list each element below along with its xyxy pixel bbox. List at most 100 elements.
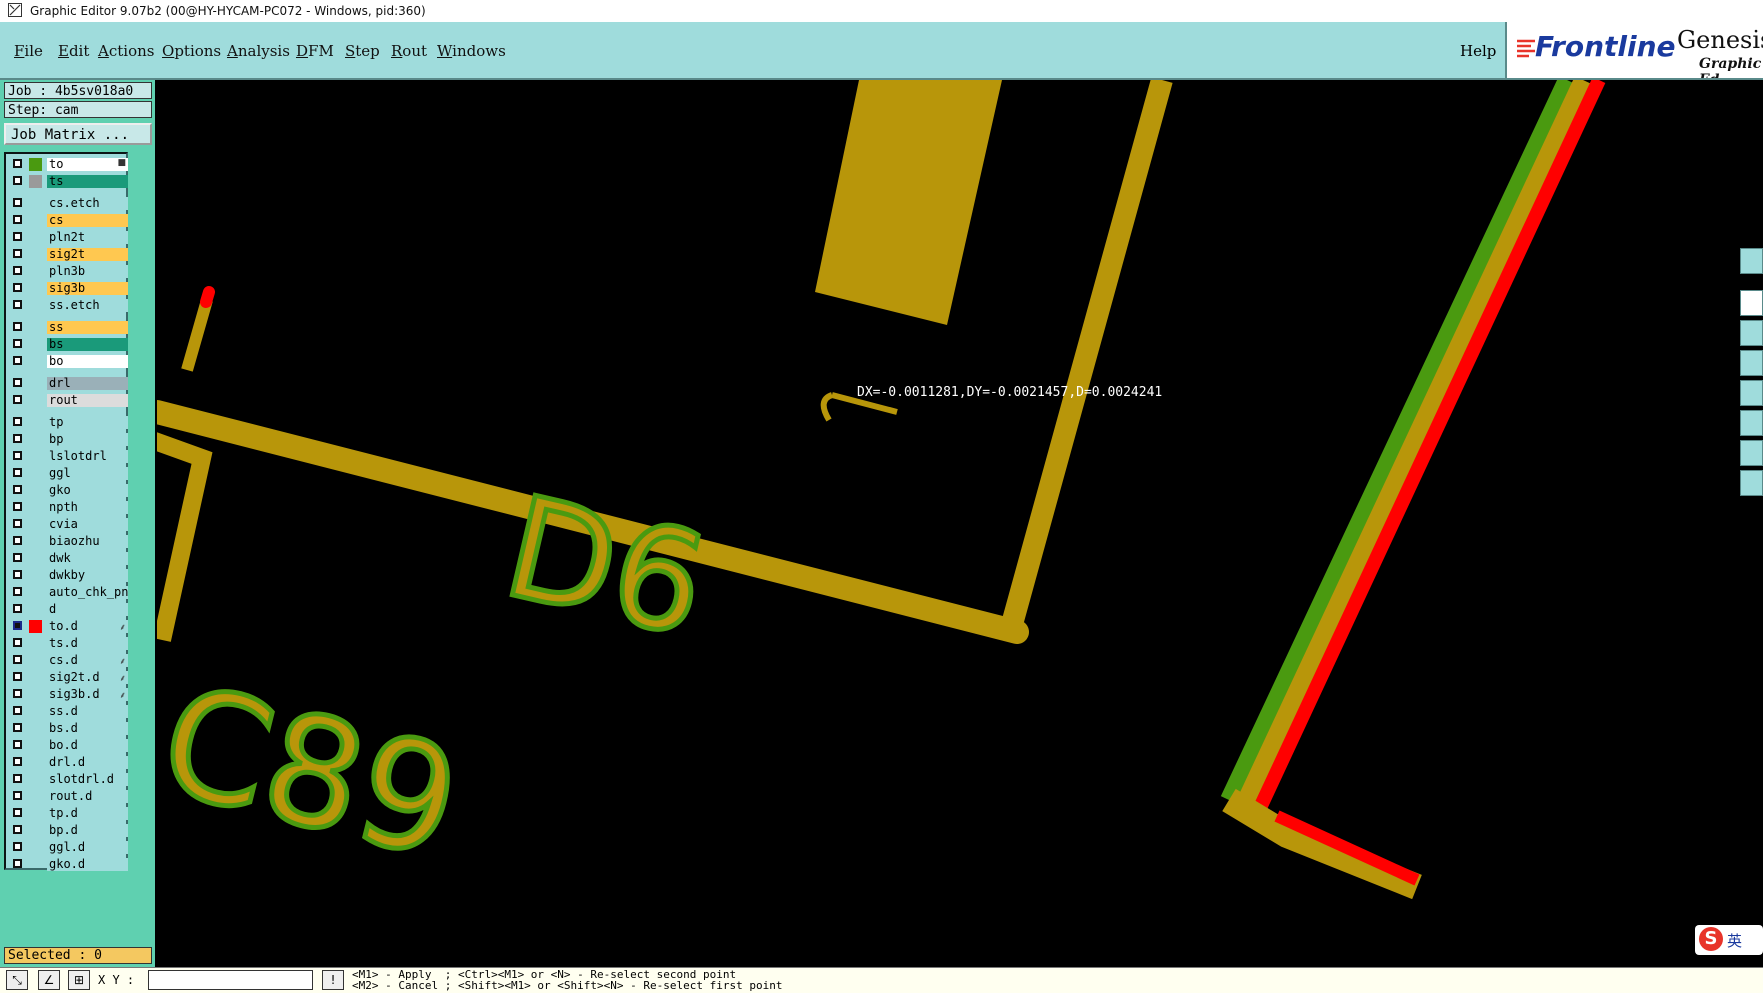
layer-color-swatch[interactable] — [29, 501, 42, 514]
job-matrix-button[interactable]: Job Matrix ... — [4, 123, 152, 145]
layer-name[interactable]: tp.d — [47, 807, 128, 820]
layer-color-swatch[interactable] — [29, 688, 42, 701]
layer-name[interactable]: bp — [47, 433, 128, 446]
layer-row[interactable]: rout.d — [10, 790, 128, 804]
layer-checkbox[interactable] — [13, 378, 22, 387]
layer-row[interactable]: cs — [10, 214, 128, 228]
layer-color-swatch[interactable] — [29, 603, 42, 616]
layer-checkbox[interactable] — [13, 395, 22, 404]
grid-icon[interactable]: ⊞ — [68, 970, 90, 990]
layer-row[interactable]: drl.d — [10, 756, 128, 770]
layer-name[interactable]: cs — [47, 214, 128, 227]
layer-checkbox[interactable] — [13, 570, 22, 579]
layer-checkbox[interactable] — [13, 232, 22, 241]
layer-color-swatch[interactable] — [29, 552, 42, 565]
layer-name[interactable]: sig2t.d — [47, 671, 128, 684]
side-tab-3[interactable] — [1740, 320, 1763, 346]
layer-color-swatch[interactable] — [29, 394, 42, 407]
alert-icon[interactable]: ! — [322, 970, 344, 990]
layer-checkbox[interactable] — [13, 339, 22, 348]
layer-row[interactable]: sig3b — [10, 282, 128, 296]
layer-checkbox[interactable] — [13, 672, 22, 681]
zoom-window-icon[interactable]: ⤡ — [6, 970, 28, 990]
layer-name[interactable]: cvia — [47, 518, 128, 531]
layer-checkbox[interactable] — [13, 198, 22, 207]
layer-name[interactable]: sig3b.d — [47, 688, 128, 701]
layer-row[interactable]: sig2t — [10, 248, 128, 262]
layer-checkbox[interactable] — [13, 689, 22, 698]
layer-name[interactable]: to — [47, 158, 128, 171]
layer-row[interactable]: cs.d ⸙ — [10, 654, 128, 668]
layer-row[interactable]: tp.d — [10, 807, 128, 821]
layer-checkbox[interactable] — [13, 655, 22, 664]
layer-color-swatch[interactable] — [29, 722, 42, 735]
layer-row[interactable]: dwkby — [10, 569, 128, 583]
layer-row[interactable]: to.d ⸙ — [10, 620, 128, 634]
layer-row[interactable]: ggl.d — [10, 841, 128, 855]
layer-checkbox[interactable] — [13, 553, 22, 562]
menu-actions[interactable]: Actions — [98, 42, 154, 60]
menu-windows[interactable]: Windows — [437, 42, 506, 60]
menu-analysis[interactable]: Analysis — [227, 42, 290, 60]
layer-name[interactable]: pln2t — [47, 231, 128, 244]
layer-checkbox[interactable] — [13, 417, 22, 426]
layer-color-swatch[interactable] — [29, 338, 42, 351]
layer-color-swatch[interactable] — [29, 197, 42, 210]
measure-icon[interactable]: ∠ — [38, 970, 60, 990]
layer-color-swatch[interactable] — [29, 586, 42, 599]
layer-name[interactable]: cs.d — [47, 654, 128, 667]
layer-row[interactable]: lslotdrl — [10, 450, 128, 464]
layer-row[interactable]: ggl — [10, 467, 128, 481]
layer-row[interactable]: drl — [10, 377, 128, 391]
layer-row[interactable]: bo — [10, 355, 128, 369]
layer-color-swatch[interactable] — [29, 535, 42, 548]
layer-name[interactable]: lslotdrl — [47, 450, 128, 463]
menu-dfm[interactable]: DFM — [296, 42, 334, 60]
layer-row[interactable]: ts — [10, 175, 128, 189]
layer-row[interactable]: rout — [10, 394, 128, 408]
side-tab-1[interactable] — [1740, 248, 1763, 274]
layer-row[interactable]: ss — [10, 321, 128, 335]
layer-color-swatch[interactable] — [29, 824, 42, 837]
layer-color-swatch[interactable] — [29, 654, 42, 667]
xy-input[interactable] — [148, 970, 313, 990]
layer-row[interactable]: bp.d — [10, 824, 128, 838]
layer-checkbox[interactable] — [13, 322, 22, 331]
layer-row[interactable]: cvia — [10, 518, 128, 532]
layer-row[interactable]: sig2t.d ⸙ — [10, 671, 128, 685]
layer-color-swatch[interactable] — [29, 790, 42, 803]
layer-checkbox[interactable] — [13, 706, 22, 715]
layer-color-swatch[interactable] — [29, 265, 42, 278]
layer-checkbox[interactable] — [13, 774, 22, 783]
layer-row[interactable]: biaozhu — [10, 535, 128, 549]
layer-row[interactable]: ss.d — [10, 705, 128, 719]
layer-name[interactable]: bo.d — [47, 739, 128, 752]
menu-file[interactable]: File — [14, 42, 43, 60]
layer-checkbox[interactable] — [13, 434, 22, 443]
layer-checkbox[interactable] — [13, 215, 22, 224]
layer-checkbox[interactable] — [13, 159, 22, 168]
layer-checkbox[interactable] — [13, 791, 22, 800]
layer-name[interactable]: dwkby — [47, 569, 128, 582]
layer-color-swatch[interactable] — [29, 739, 42, 752]
layer-row[interactable]: sig3b.d ⸙ — [10, 688, 128, 702]
layer-name[interactable]: d — [47, 603, 128, 616]
layer-color-swatch[interactable] — [29, 248, 42, 261]
layer-row[interactable]: auto_chk_pnl — [10, 586, 128, 600]
layer-name[interactable]: sig3b — [47, 282, 128, 295]
layer-checkbox[interactable] — [13, 808, 22, 817]
side-tab-5[interactable] — [1740, 380, 1763, 406]
menu-help[interactable]: Help — [1460, 42, 1496, 60]
layer-checkbox[interactable] — [13, 356, 22, 365]
layer-checkbox[interactable] — [13, 638, 22, 647]
layer-checkbox[interactable] — [13, 176, 22, 185]
layer-name[interactable]: bo — [47, 355, 128, 368]
layer-color-swatch[interactable] — [29, 518, 42, 531]
layer-color-swatch[interactable] — [29, 484, 42, 497]
layer-checkbox[interactable] — [13, 249, 22, 258]
layer-name[interactable]: gko.d — [47, 858, 128, 871]
layer-checkbox[interactable] — [13, 859, 22, 868]
layer-color-swatch[interactable] — [29, 620, 42, 633]
layer-name[interactable]: tp — [47, 416, 128, 429]
layer-row[interactable]: ts.d — [10, 637, 128, 651]
